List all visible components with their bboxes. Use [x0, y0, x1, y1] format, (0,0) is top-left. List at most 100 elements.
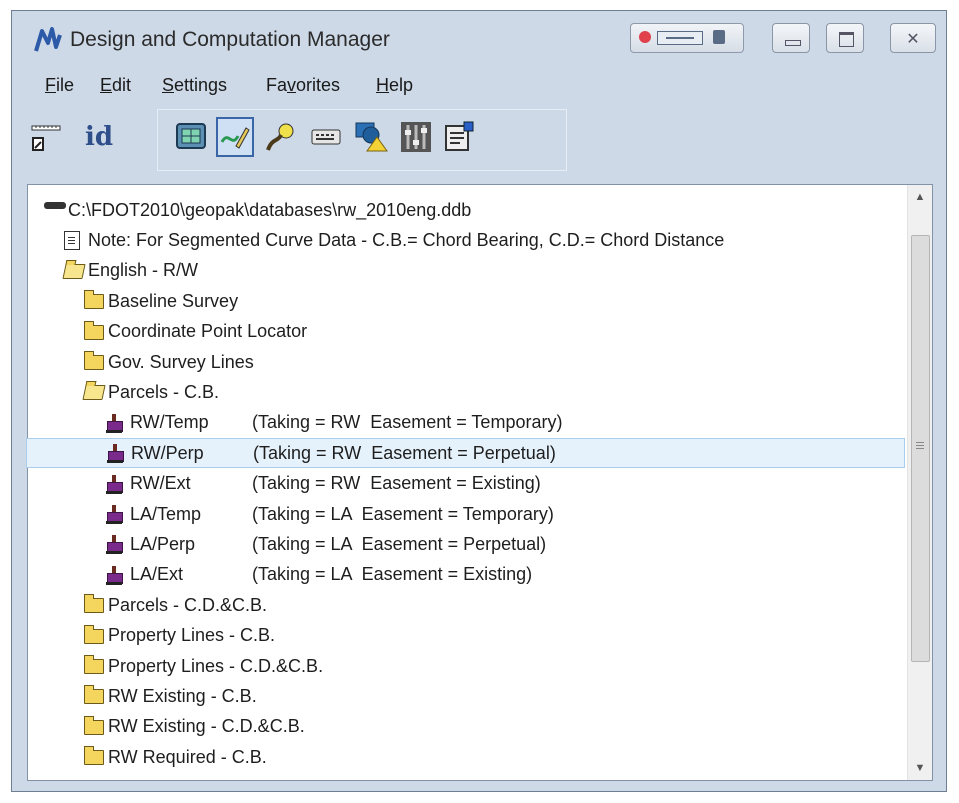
tree-item-description: (Taking = LA Easement = Perpetual): [252, 533, 547, 554]
scroll-thumb[interactable]: [911, 235, 930, 662]
menu-label-part: S: [162, 75, 175, 95]
pin-icon[interactable]: [713, 30, 725, 44]
item-icon: [106, 413, 126, 433]
tree-item[interactable]: Property Lines - C.D.&C.B.: [84, 651, 905, 681]
tree-item-description: (Taking = LA Easement = Existing): [252, 564, 533, 585]
tree-item-label: Property Lines - C.D.&C.B.: [108, 655, 324, 676]
clipboard-icon[interactable]: [440, 117, 478, 157]
toolbar: id: [12, 109, 946, 179]
item-icon: [106, 535, 126, 555]
menu-item[interactable]: File: [45, 75, 74, 96]
menu-item[interactable]: Edit: [100, 75, 131, 96]
collapse-icon[interactable]: [657, 31, 703, 45]
menu-label-part: orites: [296, 75, 341, 95]
sliders-icon[interactable]: [397, 117, 435, 157]
tree-item-label: Parcels - C.D.&C.B.: [108, 594, 268, 615]
tree-item-description: (Taking = RW Easement = Temporary): [252, 412, 563, 433]
folder-icon: [84, 290, 104, 310]
maximize-icon: [839, 32, 854, 47]
tree-item[interactable]: LA/Temp (Taking = LA Easement = Temporary…: [106, 499, 905, 529]
menu-label-part: E: [100, 75, 113, 95]
tree-item[interactable]: Note: For Segmented Curve Data - C.B.= C…: [64, 225, 905, 255]
id-icon[interactable]: id: [74, 117, 124, 157]
tree-item[interactable]: English - R/W: [62, 256, 905, 286]
tree-item-label: RW Existing - C.D.&C.B.: [108, 716, 305, 737]
tree-item[interactable]: Parcels - C.B.: [82, 377, 905, 407]
tree-item-label: English - R/W: [88, 260, 199, 281]
shape-icon[interactable]: [352, 117, 390, 157]
tree-item-description: (Taking = LA Easement = Temporary): [252, 503, 554, 524]
menu-label-part: F: [45, 75, 56, 95]
scroll-down-button[interactable]: ▼: [908, 756, 932, 780]
menu-label-part: ettings: [174, 75, 228, 95]
tree-item-label: Gov. Survey Lines: [108, 351, 254, 372]
item-icon: [106, 474, 126, 494]
menu-label-part: v: [287, 75, 297, 95]
database-icon: [44, 201, 66, 219]
menu-item[interactable]: Settings: [162, 75, 227, 96]
app-window: Design and Computation Manager ✕ File Edi…: [11, 10, 947, 792]
tree-item-label: RW/Perp: [131, 442, 204, 463]
tree-item[interactable]: RW/Ext (Taking = RW Easement = Existing): [106, 469, 905, 499]
tree-item-description: (Taking = RW Easement = Existing): [252, 473, 541, 494]
id-label: id: [84, 122, 114, 152]
tree-item[interactable]: Coordinate Point Locator: [84, 317, 905, 347]
menu-bar: File Edit Settings Favorites Help: [12, 73, 946, 99]
tree-view[interactable]: C:\FDOT2010\geopak\databases\rw_2010eng.…: [26, 184, 933, 781]
scroll-up-button[interactable]: ▲: [908, 185, 932, 209]
tree-item[interactable]: Property Lines - C.B.: [84, 621, 905, 651]
tree-item-label: RW Required - C.B.: [108, 746, 267, 767]
tree-item[interactable]: RW/Perp (Taking = RW Easement = Perpetual…: [26, 438, 905, 469]
item-icon: [106, 505, 126, 524]
tree-item-label: Baseline Survey: [108, 290, 239, 311]
tree-item[interactable]: RW/Temp (Taking = RW Easement = Temporary…: [106, 408, 905, 438]
maximize-button[interactable]: [826, 23, 864, 53]
probe-icon[interactable]: [262, 117, 300, 157]
vertical-scrollbar[interactable]: ▲ ▼: [907, 185, 932, 780]
tree-item[interactable]: RW Existing - C.D.&C.B.: [84, 712, 905, 742]
close-button[interactable]: ✕: [890, 23, 936, 53]
menu-item[interactable]: Help: [376, 75, 413, 96]
folder-icon: [84, 655, 104, 675]
tree-item[interactable]: LA/Ext (Taking = LA Easement = Existing): [106, 560, 905, 590]
window-title: Design and Computation Manager: [70, 28, 390, 51]
tree-item-label: Parcels - C.B.: [108, 381, 220, 402]
tree-item[interactable]: Baseline Survey: [84, 286, 905, 316]
item-icon: [107, 444, 127, 464]
tree-item[interactable]: RW Existing - C.B.: [84, 681, 905, 711]
folder-open-icon: [82, 383, 106, 401]
minimize-button[interactable]: [772, 23, 810, 53]
draw-icon[interactable]: [216, 117, 254, 157]
tree-item[interactable]: LA/Perp (Taking = LA Easement = Perpetual…: [106, 529, 905, 559]
tree-item[interactable]: C:\FDOT2010\geopak\databases\rw_2010eng.…: [44, 195, 905, 225]
folder-open-icon: [62, 262, 86, 280]
keyboard-icon[interactable]: [307, 117, 345, 157]
tree-item[interactable]: RW Required - C.B.: [84, 742, 905, 772]
record-icon[interactable]: [639, 31, 651, 43]
ruler-icon[interactable]: [28, 117, 66, 157]
close-icon: ✕: [906, 31, 920, 48]
tree-item-label: Coordinate Point Locator: [108, 321, 308, 342]
folder-icon: [84, 594, 104, 614]
menu-label-part: Fa: [266, 75, 288, 95]
monitor-icon[interactable]: [172, 117, 210, 157]
menu-label-part: H: [376, 75, 389, 95]
tree-item[interactable]: Parcels - C.D.&C.B.: [84, 590, 905, 620]
menu-label-part: ile: [56, 75, 75, 95]
app-logo-icon: [34, 27, 62, 52]
title-bar[interactable]: Design and Computation Manager ✕: [12, 11, 946, 69]
menu-label-part: elp: [389, 75, 414, 95]
title-extra-buttons[interactable]: [630, 23, 744, 53]
note-icon: [64, 231, 84, 251]
folder-icon: [84, 685, 104, 705]
tree-item-label: RW Existing - C.B.: [108, 685, 257, 706]
menu-item[interactable]: Favorites: [266, 75, 340, 96]
tree-item-label: RW/Ext: [130, 473, 191, 494]
tree-item[interactable]: Gov. Survey Lines: [84, 347, 905, 377]
folder-icon: [84, 320, 104, 341]
tree-item-label: LA/Ext: [130, 564, 184, 585]
tree-item-label: LA/Temp: [130, 503, 202, 524]
menu-label-part: dit: [112, 75, 132, 95]
minimize-icon: [785, 40, 801, 46]
tree-item-label: Property Lines - C.B.: [108, 625, 276, 646]
